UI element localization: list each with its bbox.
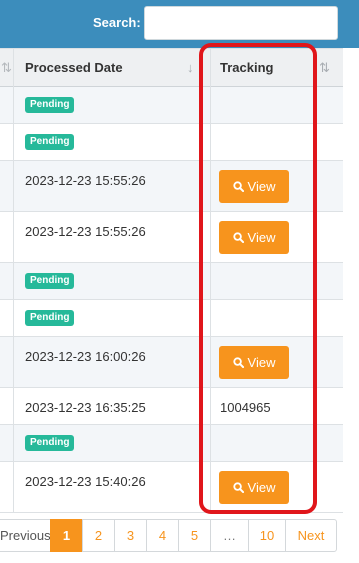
top-bar: Search: bbox=[0, 0, 359, 48]
tracking-cell: 1004965 bbox=[211, 388, 343, 424]
processed-date: 2023-12-23 16:00:26 bbox=[25, 349, 146, 364]
processed-date-cell: Pending bbox=[14, 87, 211, 123]
processed-date-cell: 2023-12-23 15:40:26 bbox=[14, 462, 211, 512]
tracking-cell: View bbox=[211, 161, 343, 211]
view-button-label: View bbox=[247, 230, 276, 245]
row-left-cell bbox=[0, 212, 14, 262]
tracking-number: 1004965 bbox=[220, 400, 271, 415]
row-left-cell bbox=[0, 300, 14, 336]
processed-date-cell: Pending bbox=[14, 425, 211, 461]
column-header-label: Processed Date bbox=[25, 60, 123, 75]
processed-date-cell: 2023-12-23 16:00:26 bbox=[14, 337, 211, 387]
table-row: Pending bbox=[0, 87, 343, 124]
pagination-page-3[interactable]: 3 bbox=[114, 519, 147, 552]
table-row: Pending bbox=[0, 425, 343, 462]
processed-date-cell: Pending bbox=[14, 300, 211, 336]
pagination-page-10[interactable]: 10 bbox=[248, 519, 286, 552]
tracking-cell bbox=[211, 425, 343, 461]
search-icon bbox=[232, 181, 244, 192]
row-left-cell bbox=[0, 124, 14, 160]
search-icon bbox=[232, 482, 244, 493]
row-left-cell bbox=[0, 462, 14, 512]
table-row: 2023-12-23 15:55:26 View bbox=[0, 161, 343, 212]
pagination-previous[interactable]: Previous bbox=[0, 519, 51, 552]
view-tracking-button[interactable]: View bbox=[219, 471, 289, 504]
pagination-page-1[interactable]: 1 bbox=[50, 519, 83, 552]
sort-icon[interactable]: ⇅ bbox=[0, 49, 14, 88]
table-row: 2023-12-23 16:00:26 View bbox=[0, 337, 343, 388]
pagination-ellipsis: … bbox=[210, 519, 249, 552]
row-left-cell bbox=[0, 388, 14, 424]
processed-date-cell: Pending bbox=[14, 263, 211, 299]
processed-date-cell: Pending bbox=[14, 124, 211, 160]
tracking-cell: View bbox=[211, 462, 343, 512]
tracking-cell bbox=[211, 124, 343, 160]
processed-date-cell: 2023-12-23 15:55:26 bbox=[14, 161, 211, 211]
row-left-cell bbox=[0, 337, 14, 387]
row-left-cell bbox=[0, 161, 14, 211]
tracking-cell bbox=[211, 263, 343, 299]
tracking-cell bbox=[211, 87, 343, 123]
processed-date-cell: 2023-12-23 15:55:26 bbox=[14, 212, 211, 262]
sort-desc-icon[interactable]: ↓ bbox=[187, 49, 194, 87]
tracking-cell: View bbox=[211, 212, 343, 262]
view-button-label: View bbox=[247, 480, 276, 495]
status-badge: Pending bbox=[25, 310, 75, 326]
view-button-label: View bbox=[247, 355, 276, 370]
pagination-page-5[interactable]: 5 bbox=[178, 519, 211, 552]
row-left-cell bbox=[0, 263, 14, 299]
table-row: 2023-12-23 15:55:26 View bbox=[0, 212, 343, 263]
row-left-cell bbox=[0, 425, 14, 461]
processed-date: 2023-12-23 16:35:25 bbox=[25, 400, 146, 415]
search-label: Search: bbox=[93, 15, 141, 30]
table-row: Pending bbox=[0, 300, 343, 337]
processed-date: 2023-12-23 15:55:26 bbox=[25, 173, 146, 188]
view-tracking-button[interactable]: View bbox=[219, 221, 289, 254]
view-button-label: View bbox=[247, 179, 276, 194]
sort-icon[interactable]: ⇅ bbox=[319, 49, 330, 87]
processed-date: 2023-12-23 15:55:26 bbox=[25, 224, 146, 239]
search-input[interactable] bbox=[144, 6, 338, 40]
search-icon bbox=[232, 357, 244, 368]
row-left-cell bbox=[0, 87, 14, 123]
table-row: 2023-12-23 16:35:25 1004965 bbox=[0, 388, 343, 425]
table-row: Pending bbox=[0, 124, 343, 161]
pagination: Previous 1 2 3 4 5 … 10 Next bbox=[0, 519, 337, 552]
column-header-processed-date[interactable]: Processed Date bbox=[14, 49, 211, 88]
view-tracking-button[interactable]: View bbox=[219, 346, 289, 379]
pagination-page-2[interactable]: 2 bbox=[82, 519, 115, 552]
column-header-label: Tracking bbox=[220, 60, 274, 75]
search-icon bbox=[232, 232, 244, 243]
tracking-cell bbox=[211, 300, 343, 336]
table-row: 2023-12-23 15:40:26 View bbox=[0, 462, 343, 513]
table-body: Pending Pending 2023-12-23 15:55:26 View 202… bbox=[0, 87, 343, 513]
tracking-cell: View bbox=[211, 337, 343, 387]
status-badge: Pending bbox=[25, 273, 75, 289]
pagination-page-4[interactable]: 4 bbox=[146, 519, 179, 552]
status-badge: Pending bbox=[25, 435, 75, 451]
pagination-next[interactable]: Next bbox=[285, 519, 337, 552]
table-header: ⇅ Processed Date ↓ Tracking ⇅ bbox=[0, 48, 343, 88]
view-tracking-button[interactable]: View bbox=[219, 170, 289, 203]
processed-date: 2023-12-23 15:40:26 bbox=[25, 474, 146, 489]
status-badge: Pending bbox=[25, 97, 75, 113]
processed-date-cell: 2023-12-23 16:35:25 bbox=[14, 388, 211, 424]
table-row: Pending bbox=[0, 263, 343, 300]
status-badge: Pending bbox=[25, 134, 75, 150]
